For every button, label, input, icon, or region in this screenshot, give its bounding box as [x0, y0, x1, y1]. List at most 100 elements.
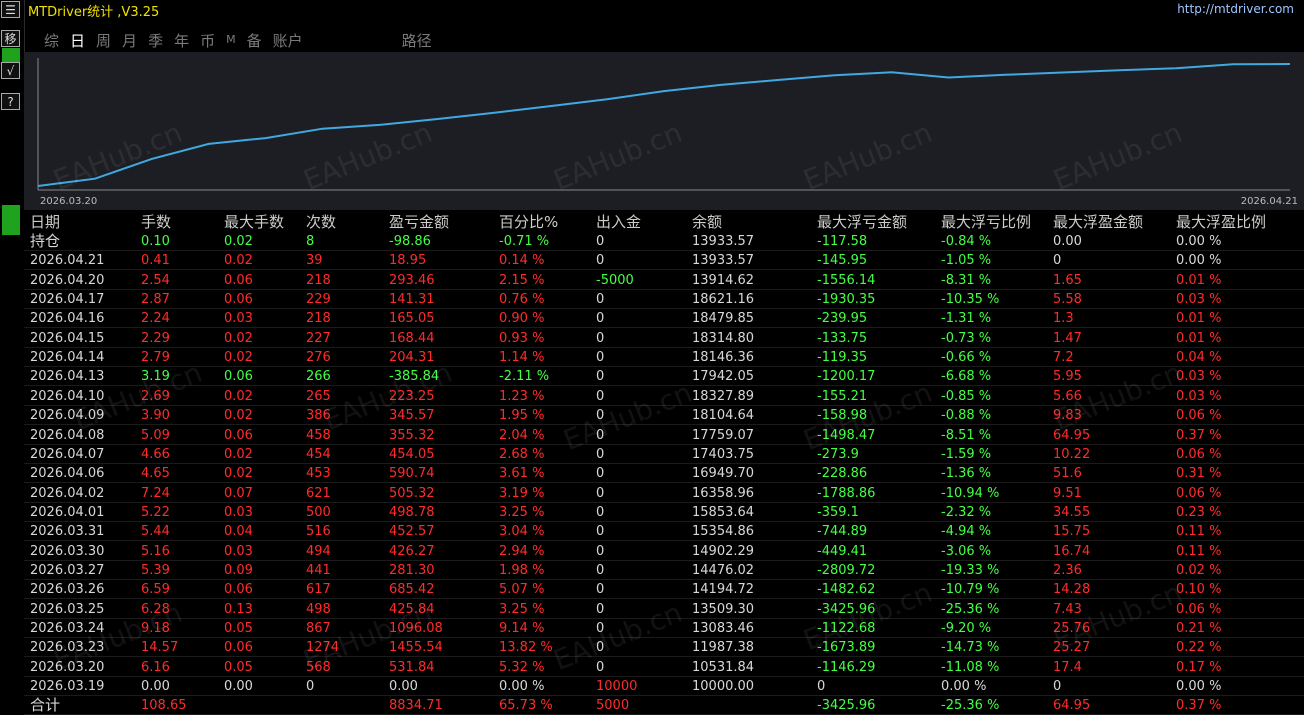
move-button[interactable]: 移: [1, 30, 20, 47]
tab-0[interactable]: 综: [44, 30, 59, 52]
table-cell: -9.20 %: [941, 621, 992, 636]
table-row[interactable]: 2026.04.01 5.22 0.03 500 498.78 3.25 % 0 15853.…: [24, 503, 1304, 522]
table-row[interactable]: 2026.04.14 2.79 0.02 276 204.31 1.14 % 0 18146.…: [24, 348, 1304, 368]
table-cell: 0.06 %: [1176, 446, 1222, 462]
column-header[interactable]: 次数: [306, 213, 336, 232]
table-cell: -8.31 %: [941, 272, 992, 288]
table-cell: 64.95: [1053, 427, 1091, 443]
table-cell: -10.35 %: [941, 292, 1000, 308]
tab-2[interactable]: 周: [96, 30, 111, 52]
table-cell: 0: [596, 504, 605, 520]
tab-1[interactable]: 日: [70, 30, 85, 52]
table-cell: 0.37 %: [1176, 427, 1222, 443]
table-cell: -1146.29: [817, 659, 876, 675]
column-header[interactable]: 出入金: [596, 213, 641, 232]
table-row[interactable]: 2026.04.08 5.09 0.06 458 355.32 2.04 % 0 17759.…: [24, 426, 1304, 445]
table-row[interactable]: 2026.04.10 2.69 0.02 265 223.25 1.23 % 0 18327.…: [24, 387, 1304, 406]
table-cell: -155.21: [817, 388, 868, 404]
table-cell: 2026.04.15: [30, 330, 105, 346]
table-row[interactable]: 2026.03.23 14.57 0.06 1274 1455.54 13.82 % 0 11…: [24, 638, 1304, 658]
table-cell: 2026.03.26: [30, 582, 105, 598]
table-cell: 0: [596, 562, 605, 578]
column-header[interactable]: 最大浮亏比例: [941, 213, 1031, 232]
check-button[interactable]: √: [1, 62, 20, 79]
total-row[interactable]: 合计 108.65 8834.71 65.73 % 5000 -3425.96 -25.36…: [24, 696, 1304, 715]
table-row[interactable]: 2026.03.27 5.39 0.09 441 281.30 1.98 % 0 14476.…: [24, 561, 1304, 580]
column-header[interactable]: 百分比%: [499, 213, 558, 232]
table-cell: -3.06 %: [941, 543, 992, 559]
table-cell: 0.00 %: [1176, 253, 1222, 269]
table-cell: 345.57: [389, 408, 435, 424]
table-cell: -1200.17: [817, 369, 876, 385]
table-row[interactable]: 2026.03.24 9.18 0.05 867 1096.08 9.14 % 0 13083…: [24, 619, 1304, 638]
column-header[interactable]: 盈亏金额: [389, 213, 449, 232]
table-row[interactable]: 2026.04.13 3.19 0.06 266 -385.84 -2.11 % 0 1794…: [24, 367, 1304, 387]
table-cell: -1788.86: [817, 485, 876, 501]
table-row[interactable]: 2026.04.20 2.54 0.06 218 293.46 2.15 % -5000 13…: [24, 271, 1304, 290]
table-row[interactable]: 2026.04.16 2.24 0.03 218 165.05 0.90 % 0 18479.…: [24, 309, 1304, 329]
table-row[interactable]: 2026.04.02 7.24 0.07 621 505.32 3.19 % 0 16358.…: [24, 484, 1304, 503]
table-cell: 17759.07: [692, 427, 755, 443]
table-cell: 0.01 %: [1176, 330, 1222, 346]
table-row[interactable]: 2026.03.31 5.44 0.04 516 452.57 3.04 % 0 15354.…: [24, 522, 1304, 542]
table-row[interactable]: 2026.04.17 2.87 0.06 229 141.31 0.76 % 0 18621.…: [24, 290, 1304, 310]
table-row[interactable]: 2026.04.07 4.66 0.02 454 454.05 2.68 % 0 17403.…: [24, 445, 1304, 464]
table-cell: -3425.96: [817, 601, 876, 617]
tab-6[interactable]: 币: [200, 30, 215, 52]
table-cell: 454.05: [389, 446, 435, 462]
table-row[interactable]: 2026.04.06 4.65 0.02 453 590.74 3.61 % 0 16949.…: [24, 464, 1304, 484]
table-cell: 39: [306, 253, 323, 269]
table-row[interactable]: 2026.04.15 2.29 0.02 227 168.44 0.93 % 0 18314.…: [24, 329, 1304, 348]
table-cell: 3.61 %: [499, 466, 545, 482]
table-cell: 13509.30: [692, 601, 755, 617]
table-cell: 9.51: [1053, 485, 1082, 501]
table-row[interactable]: 2026.04.09 3.90 0.02 386 345.57 1.95 % 0 18104.…: [24, 406, 1304, 426]
table-row[interactable]: 2026.03.25 6.28 0.13 498 425.84 3.25 % 0 13509.…: [24, 600, 1304, 619]
table-cell: 5.44: [141, 524, 170, 540]
column-header[interactable]: 余额: [692, 213, 722, 232]
equity-chart: 2026.03.20 2026.04.21: [24, 52, 1304, 210]
table-cell: 0.02: [224, 446, 253, 462]
column-header[interactable]: 最大浮盈金额: [1053, 213, 1143, 232]
table-cell: -4.94 %: [941, 524, 992, 540]
help-button[interactable]: ?: [1, 93, 20, 110]
table-cell: 14902.29: [692, 543, 755, 559]
tab-5[interactable]: 年: [174, 30, 189, 52]
table-cell: 6.28: [141, 601, 170, 617]
table-cell: 17403.75: [692, 446, 755, 462]
tab-4[interactable]: 季: [148, 30, 163, 52]
table-cell: 3.19 %: [499, 485, 545, 501]
table-cell: 9.14 %: [499, 621, 545, 636]
tab-3[interactable]: 月: [122, 30, 137, 52]
column-header[interactable]: 日期: [30, 213, 60, 232]
tab-8[interactable]: 备: [247, 30, 262, 52]
table-row[interactable]: 2026.03.20 6.16 0.05 568 531.84 5.32 % 0 10531.…: [24, 658, 1304, 677]
table-row[interactable]: 2026.04.21 0.41 0.02 39 18.95 0.14 % 0 13933.57…: [24, 251, 1304, 271]
table-row[interactable]: 2026.03.26 6.59 0.06 617 685.42 5.07 % 0 14194.…: [24, 580, 1304, 600]
column-header[interactable]: 最大浮亏金额: [817, 213, 907, 232]
table-cell: -8.51 %: [941, 427, 992, 443]
website-link[interactable]: http://mtdriver.com: [1177, 2, 1294, 16]
tab-10[interactable]: 路径: [402, 30, 432, 52]
table-cell: 5.07 %: [499, 582, 545, 598]
table-cell: 0.03: [224, 504, 253, 520]
column-header[interactable]: 手数: [141, 213, 171, 232]
menu-button[interactable]: ☰: [1, 1, 20, 18]
table-cell: 452.57: [389, 524, 435, 540]
table-cell: 0.23 %: [1176, 504, 1222, 520]
table-cell: 14194.72: [692, 582, 755, 598]
table-cell: 108.65: [141, 698, 187, 714]
scroll-indicator: [2, 205, 20, 235]
tab-9[interactable]: 账户: [273, 30, 303, 52]
table-cell: 426.27: [389, 543, 435, 559]
table-row[interactable]: 2026.03.30 5.16 0.03 494 426.27 2.94 % 0 14902.…: [24, 542, 1304, 561]
column-header[interactable]: 最大手数: [224, 213, 284, 232]
table-cell: 2026.04.06: [30, 466, 105, 482]
tab-7[interactable]: M: [226, 33, 236, 52]
table-cell: 51.6: [1053, 466, 1082, 482]
table-row[interactable]: 2026.03.19 0.00 0.00 0 0.00 0.00 % 10000 10000.…: [24, 677, 1304, 697]
column-header[interactable]: 最大浮盈比例: [1176, 213, 1266, 232]
table-row[interactable]: 持仓 0.10 0.02 8 -98.86 -0.71 % 0 13933.57 -117.58…: [24, 232, 1304, 251]
table-cell: 621: [306, 485, 331, 501]
table-cell: 0.06: [224, 640, 253, 656]
